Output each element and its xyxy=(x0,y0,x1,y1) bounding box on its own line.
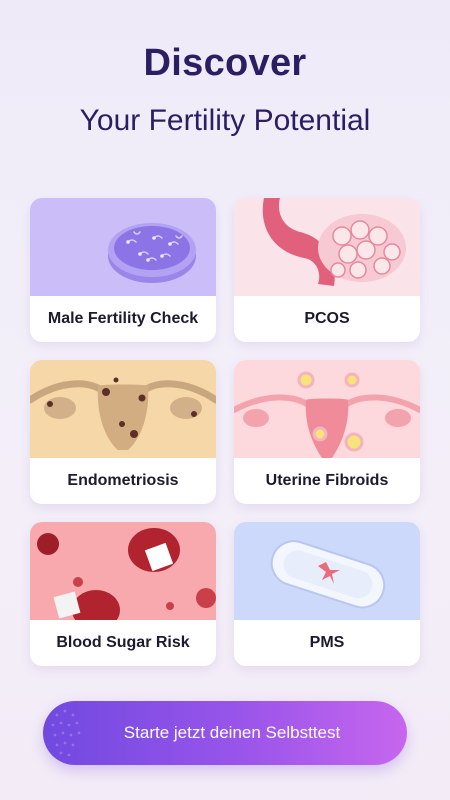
blood-cells-sugar-icon xyxy=(30,522,216,620)
card-label: Blood Sugar Risk xyxy=(56,634,190,651)
uterus-icon xyxy=(30,360,216,458)
ovary-icon xyxy=(234,198,420,296)
card-male-fertility-check[interactable]: Male Fertility Check xyxy=(30,198,216,342)
card-label: PCOS xyxy=(304,310,350,327)
petri-dish-icon xyxy=(30,198,216,296)
card-uterine-fibroids[interactable]: Uterine Fibroids xyxy=(234,360,420,504)
card-label: PMS xyxy=(309,634,345,651)
uterus-fibroids-icon xyxy=(234,360,420,458)
card-label: Male Fertility Check xyxy=(47,310,199,327)
card-pms[interactable]: PMS xyxy=(234,522,420,666)
card-endometriosis[interactable]: Endometriosis xyxy=(30,360,216,504)
card-label: Endometriosis xyxy=(67,472,179,489)
start-selftest-label: Starte jetzt deinen Selbsttest xyxy=(123,723,341,742)
card-pcos[interactable]: PCOS xyxy=(234,198,420,342)
page-title: Discover xyxy=(143,42,307,84)
card-blood-sugar-risk[interactable]: Blood Sugar Risk xyxy=(30,522,216,666)
sanitary-pad-icon xyxy=(234,522,420,620)
card-label: Uterine Fibroids xyxy=(265,472,389,489)
start-selftest-button[interactable]: Starte jetzt deinen Selbsttest xyxy=(43,701,407,765)
topic-grid: Male Fertility Check PCOS Endometriosis … xyxy=(30,198,420,666)
page-subtitle: Your Fertility Potential xyxy=(79,104,371,137)
